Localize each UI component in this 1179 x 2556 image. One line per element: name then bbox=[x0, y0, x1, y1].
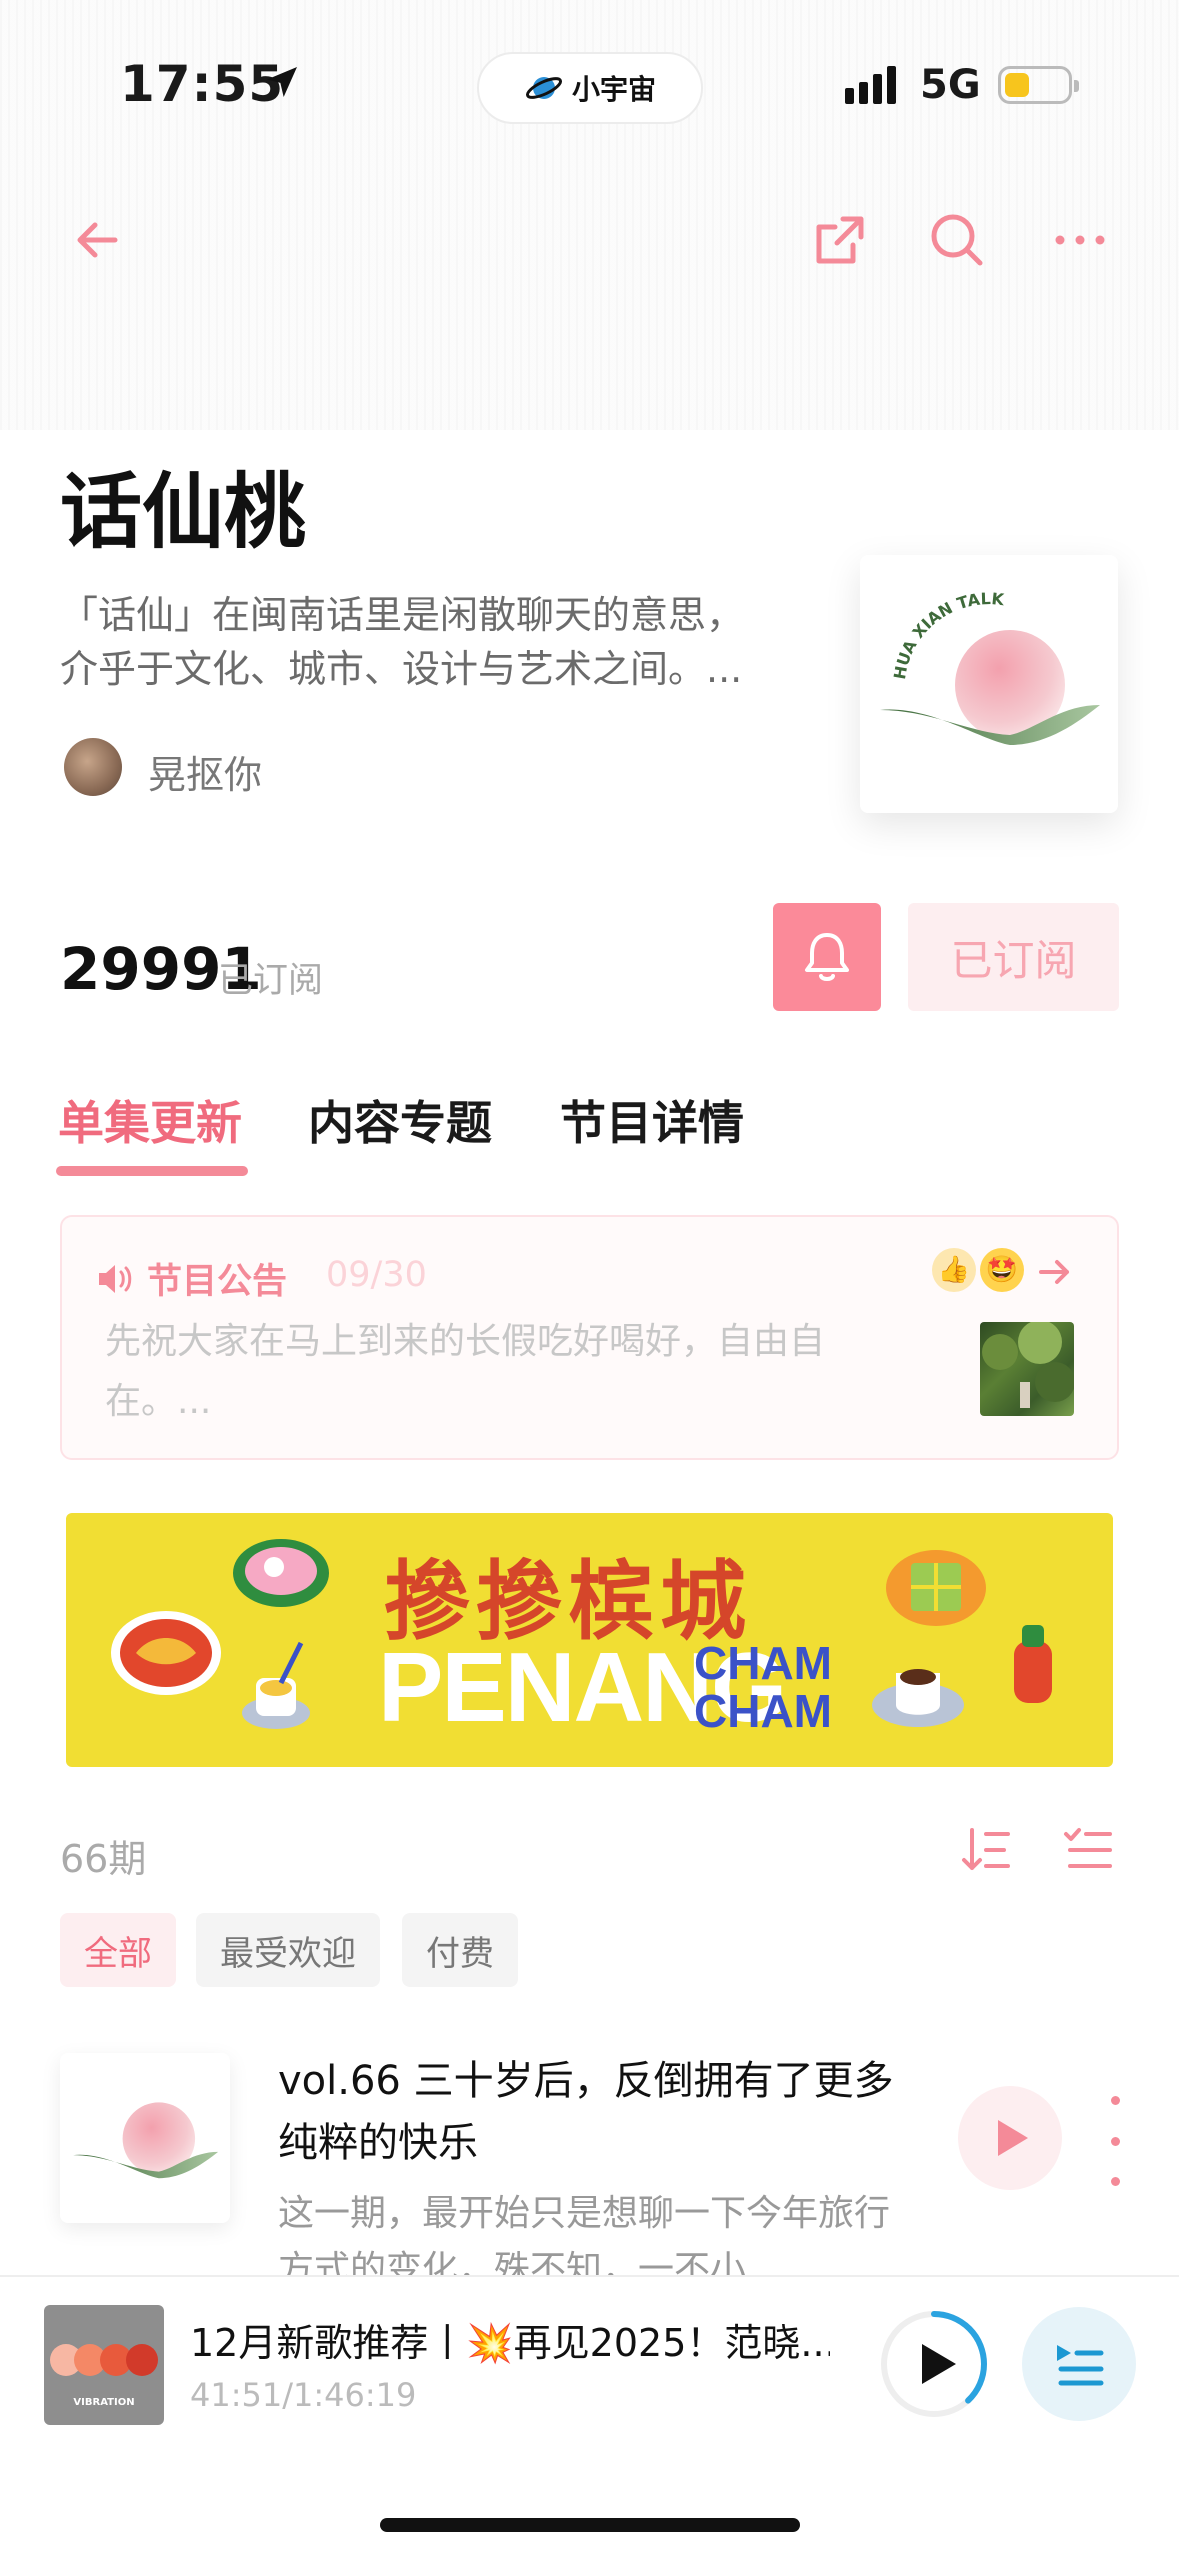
search-icon bbox=[931, 214, 983, 266]
bell-icon bbox=[805, 933, 849, 981]
player-cover-text: VIBRATION bbox=[73, 2397, 134, 2408]
thumbs-up-icon: 👍 bbox=[932, 1248, 976, 1292]
share-icon bbox=[816, 216, 864, 264]
filter-all[interactable]: 全部 bbox=[60, 1913, 176, 1987]
star-eyes-icon: 🤩 bbox=[980, 1248, 1024, 1292]
speaker-icon bbox=[99, 1264, 132, 1293]
location-arrow-icon bbox=[262, 62, 302, 106]
search-button[interactable] bbox=[922, 205, 992, 275]
more-icon bbox=[1055, 235, 1105, 245]
reaction-emojis: 👍 🤩 bbox=[932, 1248, 1024, 1292]
arrow-left-icon bbox=[77, 222, 118, 258]
announcement-body: 先祝大家在马上到来的长假吃好喝好，自由自在。... bbox=[105, 1321, 826, 1422]
author-name[interactable]: 晃抠你 bbox=[148, 744, 262, 799]
announcement-title: 节目公告 bbox=[147, 1262, 288, 1302]
notify-button[interactable] bbox=[773, 903, 881, 1011]
back-button[interactable] bbox=[62, 205, 132, 275]
arrow-right-icon[interactable] bbox=[1035, 1252, 1075, 1296]
subscriber-label: 已订阅 bbox=[218, 961, 324, 1001]
player-time: 41:51/1:46:19 bbox=[190, 2376, 417, 2414]
more-button[interactable] bbox=[1045, 205, 1115, 275]
podcast-cover[interactable]: HUA XIAN TALK bbox=[860, 555, 1118, 813]
select-mode-button[interactable] bbox=[1060, 1822, 1116, 1882]
subscribed-button[interactable]: 已订阅 bbox=[908, 903, 1119, 1011]
home-indicator bbox=[380, 2518, 800, 2532]
peach-logo-small bbox=[73, 2102, 219, 2179]
podcast-title: 话仙桃 bbox=[60, 465, 307, 560]
sort-desc-icon bbox=[962, 1828, 1010, 1870]
promo-banner[interactable]: 摻摻槟城 PENANG CHAM CHAM bbox=[66, 1513, 1113, 1767]
player-play-button[interactable] bbox=[876, 2306, 992, 2426]
filter-popular[interactable]: 最受欢迎 bbox=[196, 1913, 380, 1987]
status-time: 17:55 bbox=[120, 55, 285, 113]
checklist-icon bbox=[1064, 1828, 1112, 1868]
app-pill-label: 小宇宙 bbox=[571, 73, 656, 106]
network-type: 5G bbox=[920, 62, 981, 108]
banner-subtitle-line-2: CHAM bbox=[694, 1685, 832, 1737]
planet-icon bbox=[525, 77, 562, 99]
tab-topics[interactable]: 内容专题 bbox=[308, 1087, 492, 1153]
signal-icon bbox=[845, 66, 896, 104]
battery-icon bbox=[998, 66, 1079, 104]
player-title[interactable]: 12月新歌推荐丨💥再见2025！范晓... bbox=[190, 2312, 830, 2367]
banner-subtitle-line-1: CHAM bbox=[694, 1637, 832, 1689]
tab-indicator bbox=[56, 1166, 248, 1176]
episode-description: 这一期，最开始只是想聊一下今年旅行方式的变化，殊不知，一不小 bbox=[278, 2193, 891, 2276]
author-avatar[interactable] bbox=[64, 738, 122, 796]
announcement-date: 09/30 bbox=[326, 1255, 427, 1295]
play-icon bbox=[998, 2120, 1028, 2156]
app-pill[interactable]: 小宇宙 bbox=[477, 52, 703, 124]
episode-title[interactable]: vol.66 三十岁后，反倒拥有了更多纯粹的快乐 bbox=[278, 2050, 918, 2174]
playlist-icon bbox=[1057, 2345, 1104, 2386]
banner-subtitle: CHAM CHAM bbox=[694, 1639, 832, 1735]
tab-details[interactable]: 节目详情 bbox=[560, 1087, 744, 1153]
sort-order-button[interactable] bbox=[958, 1822, 1014, 1882]
share-button[interactable] bbox=[805, 205, 875, 275]
playlist-button[interactable] bbox=[1022, 2307, 1136, 2421]
episode-count: 66期 bbox=[60, 1837, 147, 1881]
player-cover[interactable]: VIBRATION bbox=[44, 2305, 164, 2425]
episode-play-button[interactable] bbox=[958, 2086, 1062, 2190]
announcement-thumbnail bbox=[980, 1322, 1074, 1416]
episode-cover[interactable] bbox=[60, 2053, 230, 2223]
announcement-title-row: 节目公告 bbox=[95, 1253, 287, 1304]
peach-logo: HUA XIAN TALK bbox=[880, 589, 1100, 745]
podcast-description[interactable]: 「话仙」在闽南话里是闲散聊天的意思，介乎于文化、城市、设计与艺术之间。... bbox=[60, 588, 780, 696]
tab-episodes[interactable]: 单集更新 bbox=[58, 1087, 242, 1153]
filter-paid[interactable]: 付费 bbox=[402, 1913, 518, 1987]
episode-more-button[interactable] bbox=[1100, 2096, 1130, 2186]
